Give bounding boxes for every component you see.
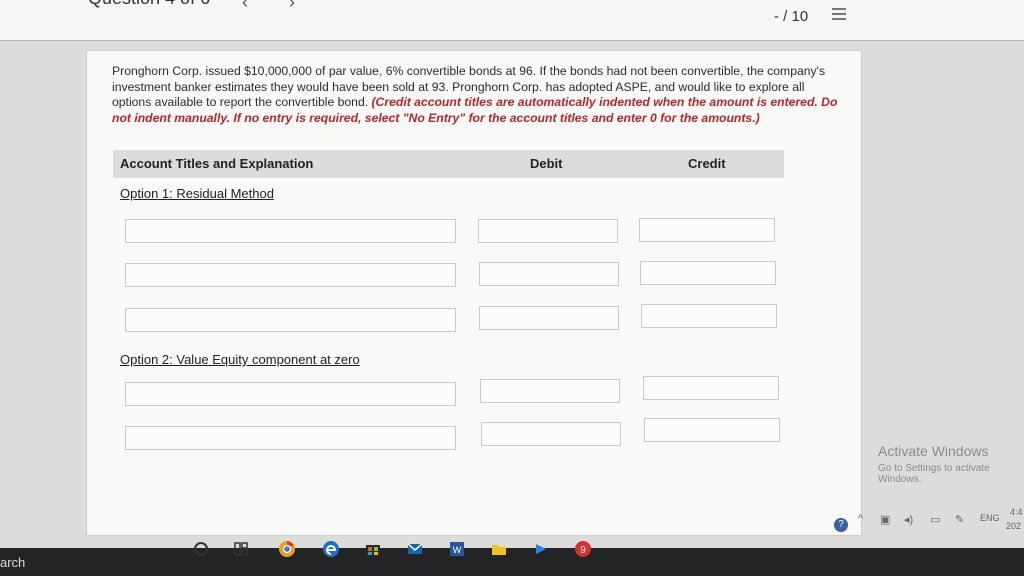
debit-field[interactable] [481, 422, 621, 446]
question-text: Pronghorn Corp. issued $10,000,000 of pa… [112, 64, 840, 126]
chevron-left-icon[interactable]: ‹ [242, 0, 248, 13]
volume-icon[interactable]: ◂) [904, 513, 913, 526]
account-field[interactable] [125, 308, 456, 332]
credit-field[interactable] [639, 218, 775, 242]
pen-icon[interactable]: ✎ [955, 513, 964, 526]
score-label: - / 10 [774, 8, 809, 25]
taskbar [0, 548, 1024, 576]
mail-icon[interactable] [406, 540, 424, 558]
question-counter: Question 4 of 6 [88, 0, 210, 9]
store-icon[interactable] [364, 540, 382, 558]
network-icon[interactable]: ▣ [880, 513, 890, 526]
table-header: Account Titles and Explanation Debit Cre… [113, 150, 784, 178]
svg-text:W: W [453, 545, 462, 555]
clock-time[interactable]: 4:4 [1010, 507, 1023, 517]
file-explorer-icon[interactable] [490, 540, 508, 558]
task-view-icon[interactable] [232, 540, 250, 558]
top-bar: Question 4 of 6 ‹ › - / 10 [0, 0, 1024, 41]
credit-field[interactable] [641, 304, 777, 328]
help-icon[interactable]: ? [834, 518, 848, 532]
debit-field[interactable] [478, 219, 618, 243]
chevron-up-icon[interactable]: ^ [858, 513, 863, 525]
svg-text:9: 9 [580, 545, 586, 556]
app-icon[interactable]: 9 [574, 540, 592, 558]
account-field[interactable] [125, 382, 456, 406]
debit-field[interactable] [480, 379, 620, 403]
debit-field[interactable] [479, 262, 619, 286]
header-account: Account Titles and Explanation [120, 156, 314, 171]
word-icon[interactable]: W [448, 540, 466, 558]
account-field[interactable] [125, 263, 456, 287]
battery-icon[interactable]: ▭ [930, 513, 940, 526]
option-1-label: Option 1: Residual Method [120, 186, 274, 201]
chevron-right-icon[interactable]: › [289, 0, 295, 13]
header-debit: Debit [530, 156, 563, 171]
edge-icon[interactable] [322, 540, 340, 558]
activate-windows-watermark: Activate Windows Go to Settings to activ… [878, 443, 1024, 485]
chrome-icon[interactable] [278, 540, 296, 558]
option-2-label: Option 2: Value Equity component at zero [120, 352, 360, 367]
watermark-subtitle: Go to Settings to activate Windows. [878, 463, 990, 485]
debit-field[interactable] [479, 306, 619, 330]
list-icon[interactable] [832, 8, 846, 22]
taskbar-search-text[interactable]: arch [0, 555, 25, 570]
account-field[interactable] [125, 219, 456, 243]
cortana-icon[interactable] [192, 540, 210, 558]
header-credit: Credit [688, 156, 726, 171]
watermark-title: Activate Windows [878, 443, 989, 459]
language-indicator[interactable]: ENG [980, 513, 1000, 523]
credit-field[interactable] [644, 418, 780, 442]
media-icon[interactable] [532, 540, 550, 558]
account-field[interactable] [125, 426, 456, 450]
credit-field[interactable] [640, 261, 776, 285]
credit-field[interactable] [643, 376, 779, 400]
clock-date[interactable]: 202 [1006, 521, 1021, 531]
